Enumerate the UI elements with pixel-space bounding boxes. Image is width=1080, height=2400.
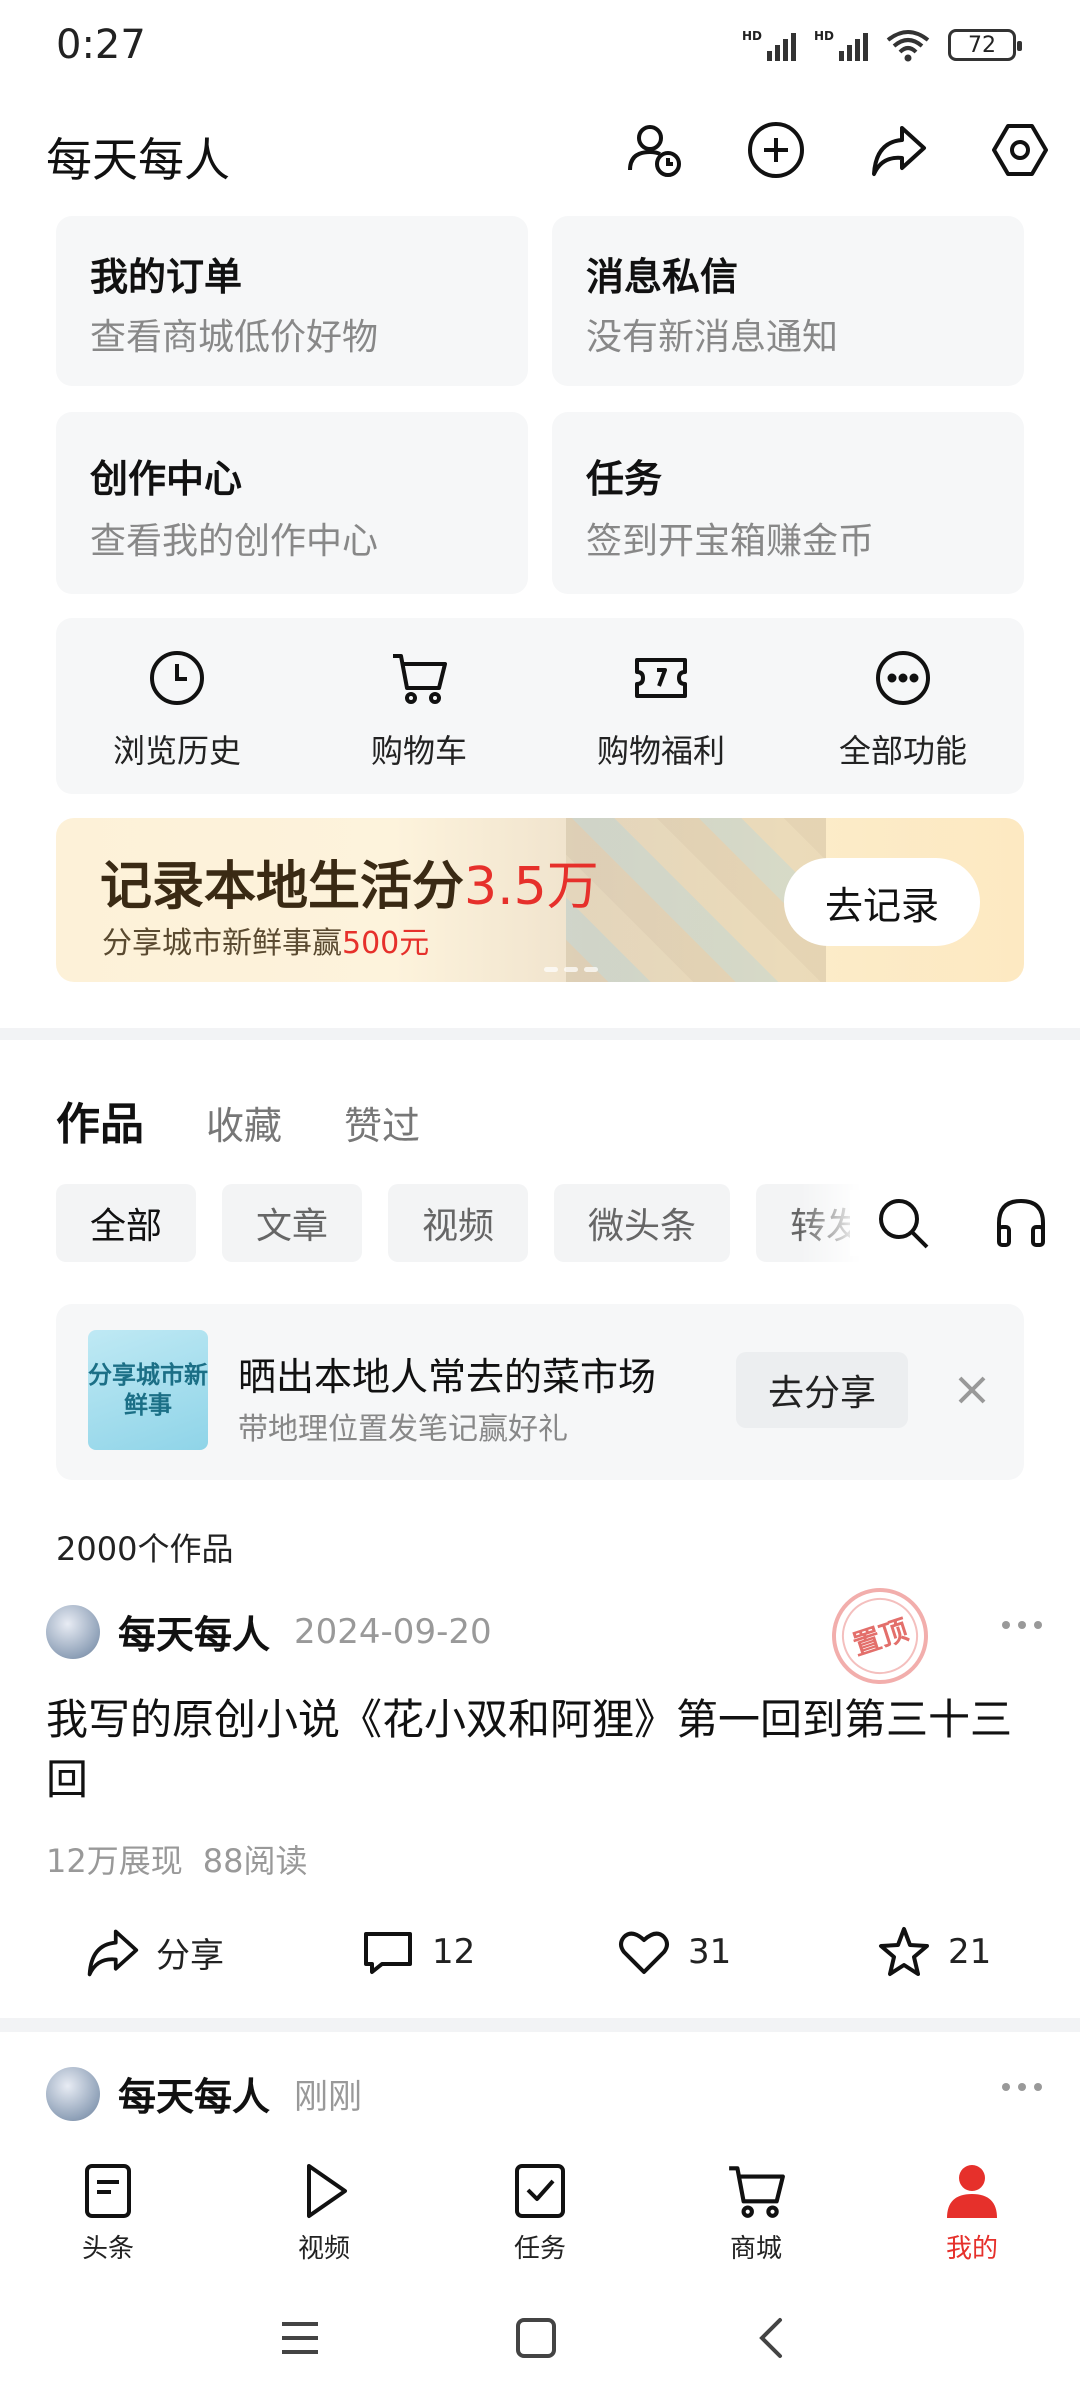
home-icon[interactable]	[506, 2308, 566, 2368]
close-icon[interactable]	[950, 1368, 994, 1412]
settings-hex-icon[interactable]	[990, 120, 1050, 180]
play-icon	[293, 2160, 355, 2222]
ticket-icon	[631, 648, 691, 708]
promo-banner[interactable]: 记录本地生活分3.5万 分享城市新鲜事赢500元 去记录	[56, 818, 1024, 982]
user-clock-icon[interactable]	[624, 120, 684, 180]
card-title: 我的订单	[90, 255, 243, 299]
comment-action[interactable]: 12	[360, 1924, 475, 1980]
mall-cart-icon	[725, 2160, 787, 2222]
avatar[interactable]	[46, 1604, 100, 1659]
nav-video[interactable]: 视频	[264, 2160, 384, 2265]
post-actions: 分享 12 31 21	[0, 1920, 1080, 1990]
filter-chips: 全部 文章 视频 微头条 转发	[56, 1184, 907, 1262]
back-icon[interactable]	[742, 2308, 802, 2368]
nav-headlines[interactable]: 头条	[48, 2160, 168, 2265]
nav-tasks[interactable]: 任务	[480, 2160, 600, 2265]
chip-all[interactable]: 全部	[56, 1184, 197, 1262]
section-divider	[0, 1028, 1080, 1040]
clock-icon	[147, 648, 207, 708]
share-desc: 带地理位置发笔记赢好礼	[238, 1412, 568, 1447]
card-subtitle: 签到开宝箱赚金币	[586, 521, 875, 562]
card-title: 创作中心	[90, 457, 243, 501]
chip-articles[interactable]: 文章	[222, 1184, 363, 1262]
quick-cart[interactable]: 购物车	[298, 648, 540, 772]
record-button[interactable]: 去记录	[784, 858, 980, 946]
nav-mall[interactable]: 商城	[696, 2160, 816, 2265]
card-subtitle: 没有新消息通知	[586, 317, 839, 358]
share-action[interactable]: 分享	[84, 1924, 224, 1980]
quick-all-features[interactable]: 全部功能	[782, 648, 1024, 772]
share-thumbnail: 分享城市新鲜事	[88, 1330, 208, 1450]
post-date: 2024-09-20	[294, 1611, 492, 1652]
comment-icon	[360, 1924, 416, 1980]
post-reads: 88阅读	[202, 1842, 308, 1880]
share-prompt-card: 分享城市新鲜事 晒出本地人常去的菜市场 带地理位置发笔记赢好礼 去分享	[56, 1304, 1024, 1480]
tab-favorites[interactable]: 收藏	[206, 1095, 282, 1150]
works-count: 2000个作品	[56, 1530, 234, 1568]
orders-card[interactable]: 我的订单 查看商城低价好物	[56, 216, 528, 386]
task-check-icon	[509, 2160, 571, 2222]
card-title: 消息私信	[586, 255, 739, 299]
banner-title: 记录本地生活分3.5万	[100, 857, 599, 917]
card-subtitle: 查看我的创作中心	[90, 521, 379, 562]
search-icon[interactable]	[870, 1190, 936, 1256]
news-icon	[77, 2160, 139, 2222]
heart-icon	[616, 1924, 672, 1980]
quick-welfare[interactable]: 购物福利	[540, 648, 782, 772]
post-divider	[0, 2018, 1080, 2032]
plus-circle-icon[interactable]	[746, 120, 806, 180]
quick-history[interactable]: 浏览历史	[56, 648, 298, 772]
status-icons: HD HD 72	[742, 28, 1022, 62]
tab-liked[interactable]: 赞过	[344, 1095, 420, 1150]
chip-videos[interactable]: 视频	[388, 1184, 529, 1262]
signal-icon: HD	[814, 29, 868, 61]
signal-icon: HD	[742, 29, 796, 61]
like-action[interactable]: 31	[616, 1924, 731, 1980]
go-share-button[interactable]: 去分享	[736, 1352, 908, 1428]
menu-icon[interactable]	[270, 2308, 330, 2368]
favorite-action[interactable]: 21	[876, 1924, 991, 1980]
share-title: 晒出本地人常去的菜市场	[238, 1355, 657, 1399]
post-header: 每天每人 刚刚	[46, 2066, 1046, 2121]
header-actions	[624, 120, 1050, 180]
quick-actions: 浏览历史 购物车 购物福利 全部功能	[56, 618, 1024, 794]
tab-works[interactable]: 作品	[56, 1088, 144, 1152]
system-nav	[0, 2270, 1080, 2400]
star-icon	[876, 1924, 932, 1980]
messages-card[interactable]: 消息私信 没有新消息通知	[552, 216, 1024, 386]
content-tabs: 作品 收藏 赞过	[56, 1088, 420, 1152]
card-title: 任务	[586, 457, 663, 501]
share-icon[interactable]	[868, 120, 928, 180]
post-title[interactable]: 我写的原创小说《花小双和阿狸》第一回到第三十三回	[46, 1690, 1036, 1810]
pinned-stamp: 置顶	[819, 1575, 941, 1697]
page-title: 每天每人	[46, 133, 230, 187]
creator-center-card[interactable]: 创作中心 查看我的创作中心	[56, 412, 528, 594]
more-circle-icon	[873, 648, 933, 708]
post-stats: 12万展现 88阅读	[46, 1836, 307, 1882]
battery-icon: 72	[948, 29, 1022, 61]
nav-profile[interactable]: 我的	[912, 2160, 1032, 2265]
profile-icon	[941, 2160, 1003, 2222]
banner-subtitle: 分享城市新鲜事赢500元	[102, 926, 430, 961]
tasks-card[interactable]: 任务 签到开宝箱赚金币	[552, 412, 1024, 594]
headphones-icon[interactable]	[988, 1190, 1054, 1256]
post-date: 刚刚	[294, 2077, 363, 2117]
card-subtitle: 查看商城低价好物	[90, 317, 379, 358]
chip-tools	[850, 1190, 1054, 1256]
post-author[interactable]: 每天每人	[118, 2066, 270, 2121]
share-icon	[84, 1924, 140, 1980]
bottom-nav: 头条 视频 任务 商城 我的	[0, 2138, 1080, 2270]
chip-micro-posts[interactable]: 微头条	[554, 1184, 731, 1262]
status-time: 0:27	[56, 22, 146, 68]
post-author[interactable]: 每天每人	[118, 1604, 270, 1659]
post-views: 12万展现	[46, 1842, 183, 1880]
cart-icon	[389, 648, 449, 708]
more-icon[interactable]	[998, 1610, 1046, 1640]
more-icon[interactable]	[998, 2072, 1046, 2102]
wifi-icon	[886, 28, 930, 62]
avatar[interactable]	[46, 2066, 100, 2121]
banner-pager	[544, 967, 598, 972]
